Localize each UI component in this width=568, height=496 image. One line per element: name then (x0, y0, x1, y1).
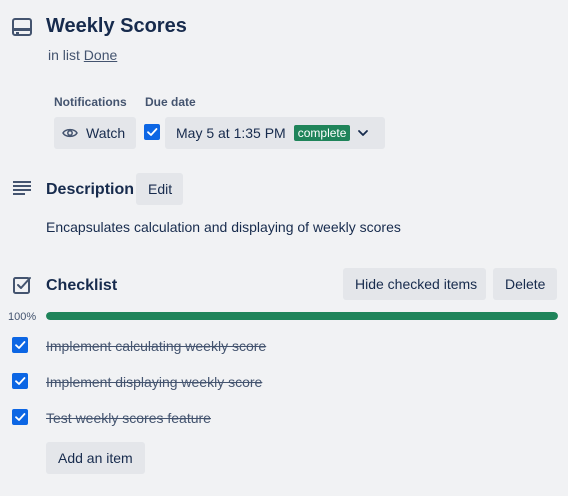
edit-description-button[interactable]: Edit (136, 173, 183, 205)
due-date-checkbox[interactable] (144, 124, 160, 140)
item-checkbox[interactable] (12, 373, 28, 389)
card-icon (12, 18, 32, 36)
checkmark-icon (15, 377, 26, 385)
description-icon (13, 181, 31, 195)
watch-label: Watch (86, 125, 126, 141)
checklist-icon (13, 277, 31, 294)
checklist-heading[interactable]: Checklist (46, 277, 117, 295)
checklist-item-text[interactable]: Test weekly scores feature (46, 410, 211, 426)
due-date-button[interactable]: May 5 at 1:35 PM complete (165, 117, 385, 149)
item-checkbox[interactable] (12, 409, 28, 425)
due-date-value: May 5 at 1:35 PM (176, 125, 286, 141)
status-badge: complete (293, 125, 351, 141)
add-item-button[interactable]: Add an item (46, 442, 145, 474)
list-item[interactable] (12, 337, 28, 353)
checklist-item-text[interactable]: Implement calculating weekly score (46, 338, 266, 354)
add-item-label: Add an item (58, 450, 133, 466)
progress-bar-fill (46, 312, 558, 320)
delete-label: Delete (505, 276, 546, 292)
edit-label: Edit (148, 181, 173, 197)
watch-button[interactable]: Watch (54, 117, 136, 149)
card-list-info: in list Done (48, 47, 117, 63)
list-item[interactable] (12, 409, 28, 425)
description-heading: Description (46, 181, 135, 198)
checkmark-icon (15, 413, 26, 421)
progress-bar (46, 312, 558, 320)
hide-checked-label: Hide checked items (355, 276, 478, 292)
in-list-prefix: in list (48, 47, 80, 63)
due-date-label: Due date (145, 95, 196, 109)
description-text[interactable]: Encapsulates calculation and displaying … (46, 219, 401, 235)
checklist-item-text[interactable]: Implement displaying weekly score (46, 374, 262, 390)
hide-checked-items-button[interactable]: Hide checked items (343, 268, 486, 300)
item-checkbox[interactable] (12, 337, 28, 353)
notifications-label: Notifications (54, 95, 127, 109)
card-title[interactable]: Weekly Scores (46, 15, 187, 38)
progress-percent: 100% (8, 311, 37, 323)
eye-icon (62, 128, 78, 138)
checkmark-icon (147, 128, 158, 136)
list-item[interactable] (12, 373, 28, 389)
list-link[interactable]: Done (84, 47, 117, 63)
chevron-down-icon (358, 130, 369, 136)
delete-checklist-button[interactable]: Delete (493, 268, 557, 300)
checkmark-icon (15, 341, 26, 349)
